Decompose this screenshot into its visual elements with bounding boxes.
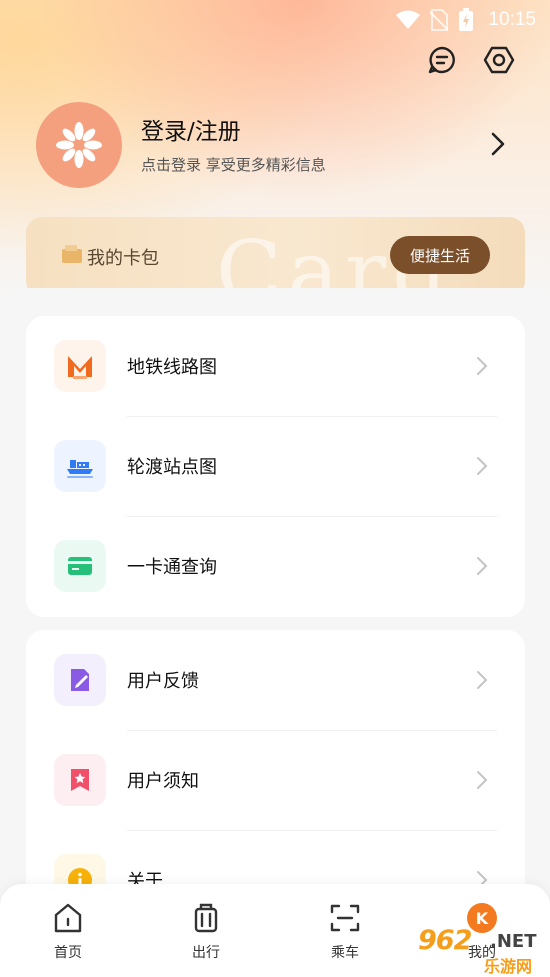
battery-icon [459,8,474,31]
login-profile-card[interactable]: 登录/注册 点击登录 享受更多精彩信息 [36,102,516,188]
feedback-icon [54,654,106,706]
nav-ride[interactable]: 乘车 [305,902,385,968]
nav-label-travel: 出行 [192,945,220,961]
settings-button[interactable] [481,42,517,78]
wallet-icon [62,245,82,263]
chevron-right-icon [477,557,488,575]
menu-label-feedback: 用户反馈 [127,671,199,692]
nav-travel[interactable]: 出行 [166,902,246,968]
card-icon [54,540,106,592]
chevron-right-icon [477,357,488,375]
wallet-label: 我的卡包 [87,248,159,269]
menu-label-ferry: 轮渡站点图 [127,457,217,478]
ferry-icon [54,440,106,492]
watermark-site: 乐游网 [484,957,533,976]
wifi-icon [396,10,421,29]
chevron-right-icon [477,771,488,789]
menu-group-transit: 地铁线路图 轮渡站点图 一卡通查询 [26,316,525,617]
scan-icon [330,904,360,932]
watermark-number: 962 [418,925,472,956]
message-button[interactable] [424,42,460,78]
avatar-logo-icon [56,122,102,168]
home-icon [54,903,82,933]
sim-icon [430,9,449,31]
luggage-icon [194,903,218,933]
chevron-right-icon [477,457,488,475]
quick-life-button[interactable]: 便捷生活 [390,236,490,274]
settings-icon [483,46,515,74]
message-icon [428,46,455,74]
chevron-right-icon [477,671,488,689]
status-bar: 10:15 [0,0,550,40]
avatar [36,102,122,188]
status-time: 10:15 [488,9,536,30]
nav-label-home: 首页 [54,945,82,961]
menu-label-card-query: 一卡通查询 [127,557,217,578]
notice-icon [54,754,106,806]
nav-home[interactable]: 首页 [28,902,108,968]
login-title[interactable]: 登录/注册 [141,112,241,146]
menu-label-metro: 地铁线路图 [127,357,217,378]
menu-item-metro-map[interactable]: 地铁线路图 [26,316,525,416]
watermark-net: .NET [490,931,537,952]
menu-label-notice: 用户须知 [127,771,199,792]
nav-label-ride: 乘车 [331,945,359,961]
card-wallet-banner[interactable]: Card 我的卡包 便捷生活 [26,217,525,297]
login-subtitle: 点击登录 享受更多精彩信息 [141,156,326,174]
menu-item-feedback[interactable]: 用户反馈 [26,630,525,730]
metro-icon [54,340,106,392]
menu-item-notice[interactable]: 用户须知 [26,730,525,830]
site-watermark: 962 .NET 乐游网 [418,925,546,976]
menu-item-ferry-map[interactable]: 轮渡站点图 [26,416,525,516]
menu-item-card-query[interactable]: 一卡通查询 [26,516,525,616]
chevron-right-icon[interactable] [484,130,512,158]
